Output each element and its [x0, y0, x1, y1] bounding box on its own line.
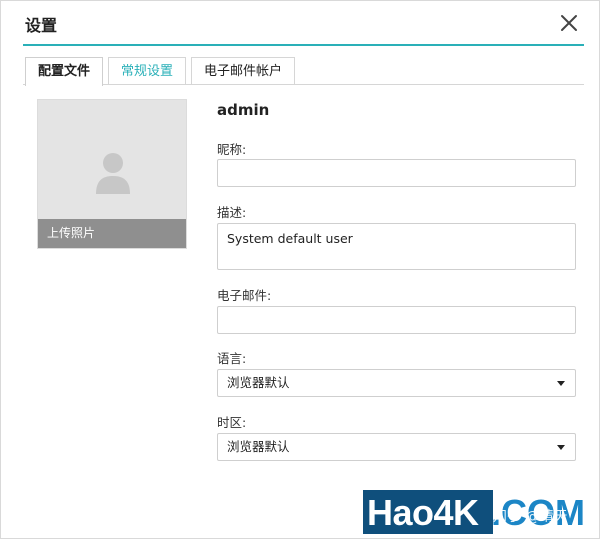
- profile-photo: 上传照片: [37, 99, 187, 249]
- header-accent-line: [23, 44, 584, 46]
- nickname-input[interactable]: [217, 159, 576, 187]
- language-select[interactable]: 浏览器默认: [217, 369, 576, 397]
- tab-general-settings[interactable]: 常规设置: [108, 57, 187, 85]
- dialog-header: 设置: [1, 1, 600, 47]
- timezone-select-value: 浏览器默认: [227, 439, 290, 454]
- nickname-label: 昵称:: [217, 142, 247, 157]
- email-label: 电子邮件:: [217, 288, 272, 303]
- tab-bar: 配置文件 常规设置 电子邮件帐户: [25, 57, 300, 86]
- description-label: 描述:: [217, 205, 247, 220]
- tab-profile[interactable]: 配置文件: [25, 57, 104, 86]
- watermark-overlay-text: 知乎 @晴天: [493, 509, 568, 525]
- language-select-value: 浏览器默认: [227, 375, 290, 390]
- dialog-title: 设置: [25, 16, 58, 35]
- timezone-label: 时区:: [217, 415, 247, 430]
- tab-divider: [23, 84, 584, 85]
- description-textarea[interactable]: System default user: [217, 223, 576, 270]
- caret-down-icon: [557, 445, 565, 450]
- username: admin: [217, 101, 270, 119]
- watermark: Hao4K .COM 知乎 @晴天: [363, 490, 593, 536]
- close-icon[interactable]: [557, 11, 581, 35]
- user-silhouette-icon: [94, 152, 132, 194]
- caret-down-icon: [557, 381, 565, 386]
- upload-photo-button[interactable]: 上传照片: [38, 219, 186, 248]
- timezone-select[interactable]: 浏览器默认: [217, 433, 576, 461]
- language-label: 语言:: [217, 351, 247, 366]
- watermark-brand: Hao4K: [367, 492, 479, 533]
- email-input[interactable]: [217, 306, 576, 334]
- settings-dialog: 设置 配置文件 常规设置 电子邮件帐户 上传照片 admin 昵称: 描述: S…: [0, 0, 600, 539]
- tab-email-account[interactable]: 电子邮件帐户: [191, 57, 296, 85]
